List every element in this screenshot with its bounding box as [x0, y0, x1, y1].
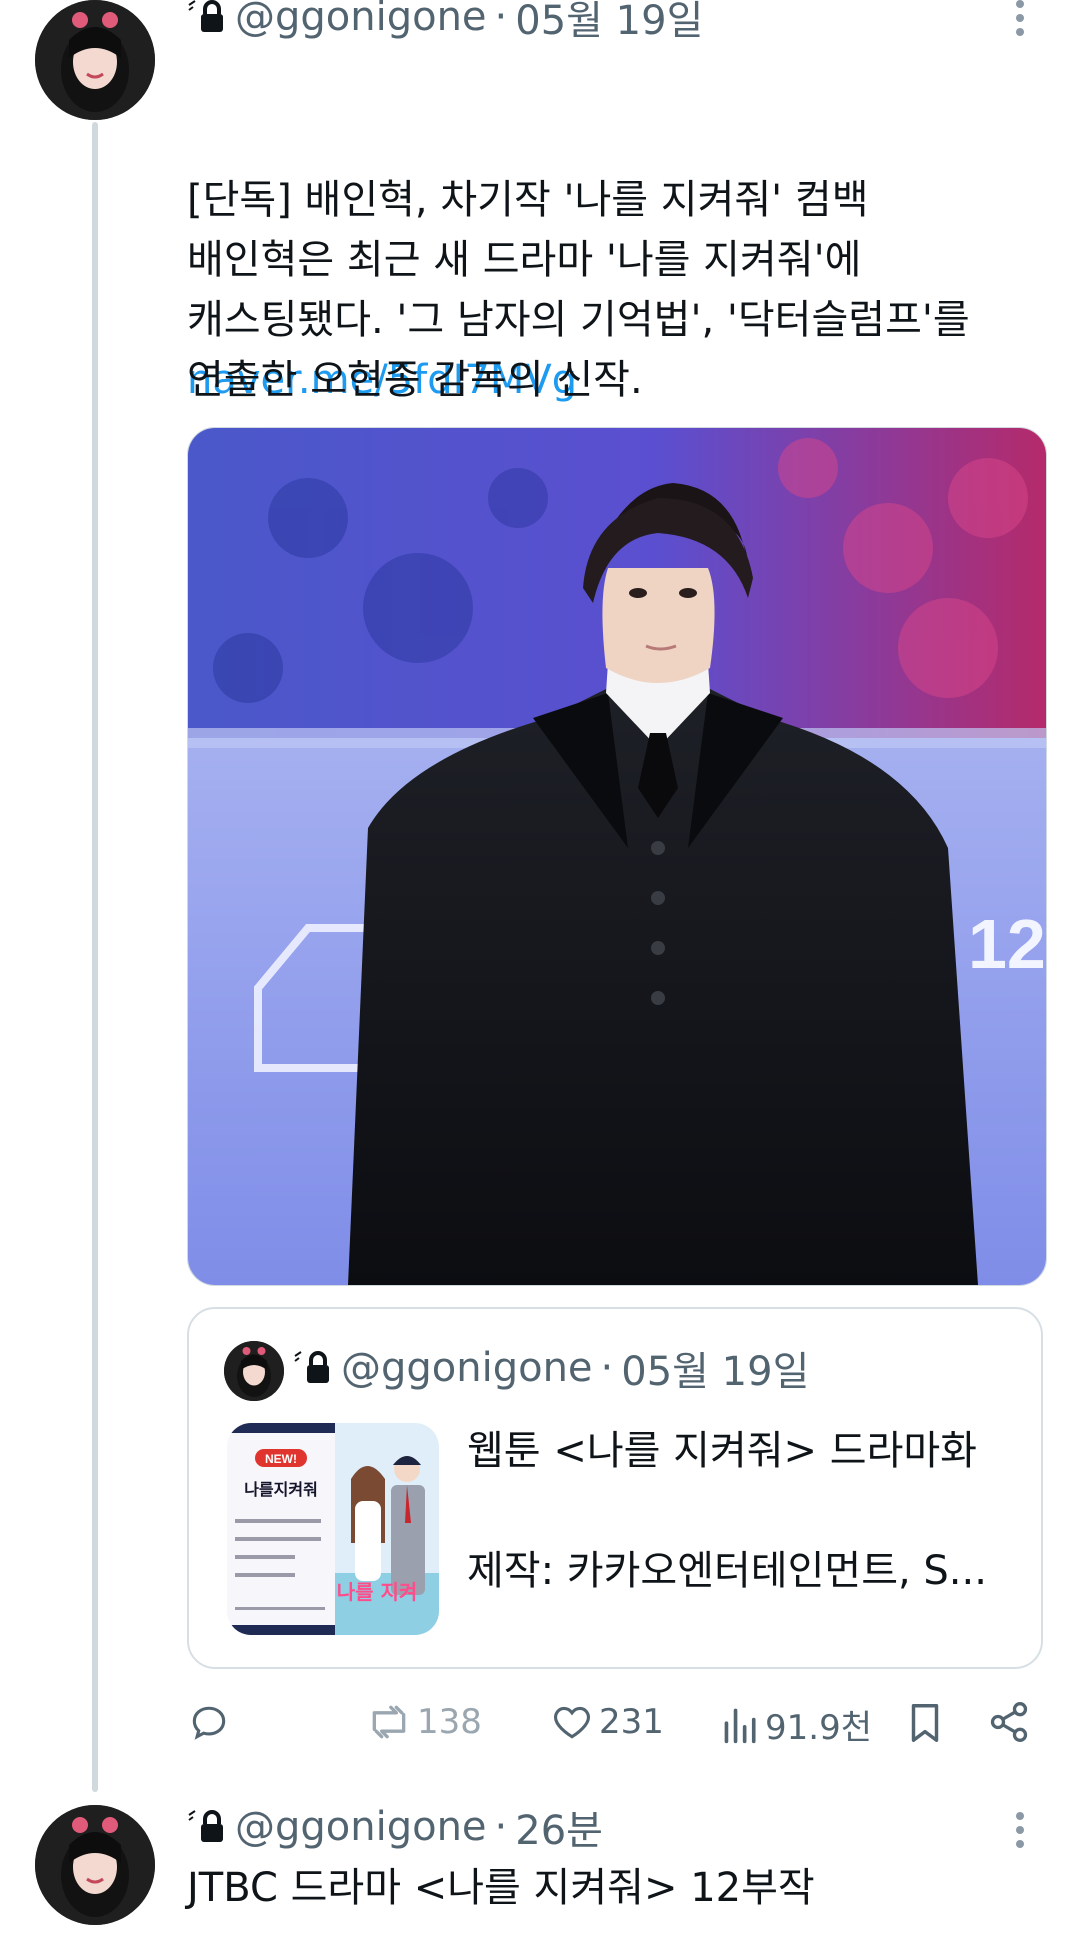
retweet-icon	[365, 1700, 413, 1744]
thumb-title: 나를지켜줘	[244, 1480, 318, 1499]
tweet-body: 배인혁은 최근 새 드라마 '나를 지켜줘'에 캐스팅됐다. '그 남자의 기억…	[187, 237, 970, 403]
quoted-author-handle: @ggonigone	[341, 1345, 593, 1391]
heart-icon	[549, 1700, 595, 1744]
share-icon	[987, 1700, 1031, 1744]
quoted-tweet-card[interactable]: @ggonigone · 05월 19일 NEW! 나를지켜줘 나를 지켜 웹툰…	[187, 1307, 1043, 1669]
tweet-photo[interactable]: 12	[187, 427, 1047, 1286]
author-handle[interactable]: @ggonigone	[235, 0, 487, 40]
quoted-tweet-time: 05월 19일	[621, 1349, 810, 1395]
bookmark-button[interactable]	[905, 1700, 945, 1746]
views-button[interactable]: 91.9천	[721, 1700, 872, 1749]
avatar[interactable]	[35, 1805, 155, 1925]
tweet-headline: [단독] 배인혁, 차기작 '나를 지켜줘' 컴백	[187, 177, 869, 223]
like-button[interactable]: 231	[549, 1700, 664, 1744]
tweet-time[interactable]: 26분	[515, 1798, 603, 1856]
reply-button[interactable]	[187, 1700, 231, 1744]
lock-icon	[187, 0, 227, 35]
quoted-tweet-meta: @ggonigone · 05월 19일	[293, 1343, 809, 1395]
thumb-cover-text: 나를 지켜	[337, 1580, 418, 1604]
retweet-button[interactable]: 138	[365, 1700, 482, 1744]
backdrop-number: 12	[968, 905, 1046, 983]
tweet-time[interactable]: 05월 19일	[515, 0, 703, 46]
quoted-avatar	[224, 1341, 284, 1401]
avatar[interactable]	[35, 0, 155, 120]
thread-connector-line	[92, 122, 98, 1792]
author-handle[interactable]: @ggonigone	[235, 1804, 487, 1850]
retweet-count: 138	[417, 1702, 482, 1742]
tweet-actions-bar: 138 231 91.9천	[187, 1700, 1045, 1760]
quoted-tweet-thumbnail: NEW! 나를지켜줘 나를 지켜	[227, 1423, 439, 1635]
reply-icon	[187, 1700, 231, 1744]
thumb-badge: NEW!	[265, 1452, 297, 1466]
tweet-text: JTBC 드라마 <나를 지켜줘> 12부작	[187, 1865, 815, 1911]
lock-icon	[293, 1350, 333, 1386]
quoted-tweet-line1: 웹툰 <나를 지켜줘> 드라마화	[467, 1428, 977, 1474]
views-icon	[721, 1703, 761, 1747]
bookmark-icon	[905, 1700, 945, 1746]
like-count: 231	[599, 1702, 664, 1742]
more-vertical-icon[interactable]	[1013, 0, 1027, 42]
tweet-meta: @ggonigone · 26분	[187, 1802, 603, 1854]
lock-icon	[187, 1809, 227, 1845]
tweet-meta: @ggonigone · 05월 19일	[187, 0, 703, 44]
views-count: 91.9천	[765, 1708, 872, 1748]
more-vertical-icon[interactable]	[1013, 1806, 1027, 1854]
share-button[interactable]	[987, 1700, 1031, 1744]
quoted-tweet-line2: 제작: 카카오엔터테인먼트, S...	[467, 1548, 987, 1594]
